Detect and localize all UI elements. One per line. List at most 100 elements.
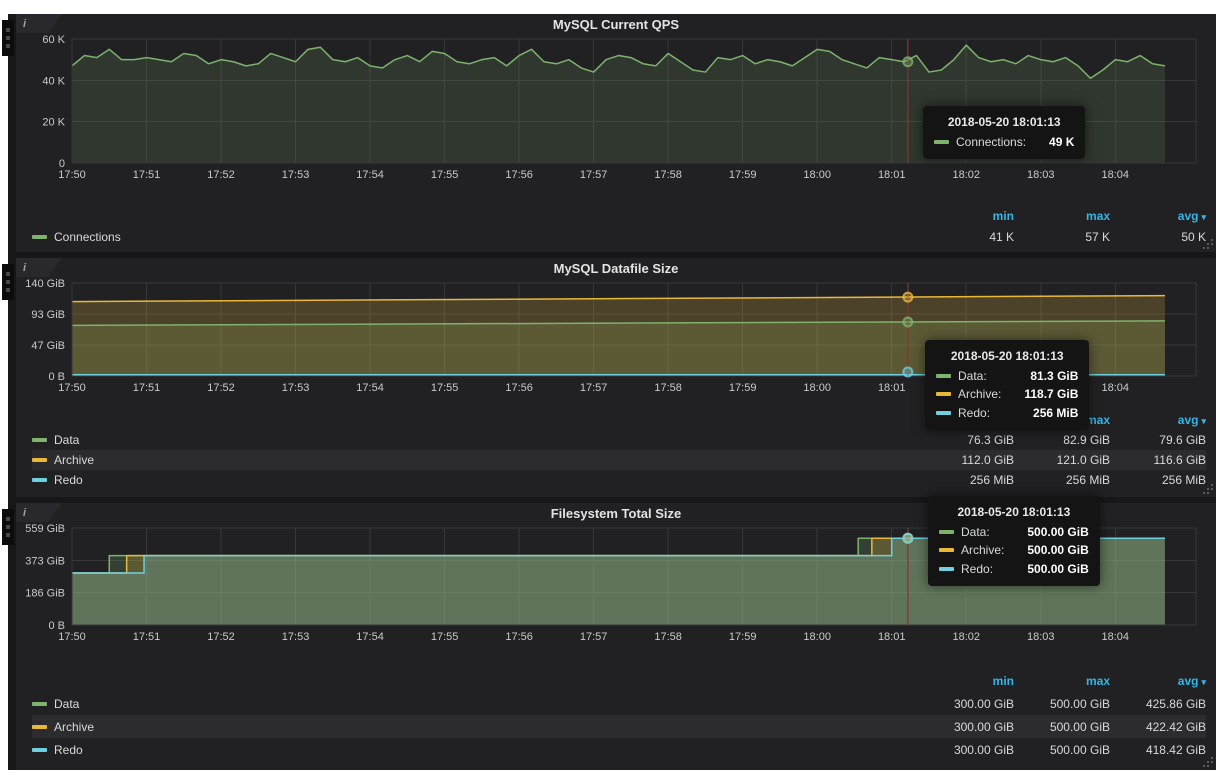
x-axis-label: 18:00	[803, 382, 831, 394]
x-axis-label: 17:51	[133, 169, 161, 181]
tooltip-series-value: 500.00 GiB	[1011, 560, 1088, 579]
x-axis-label: 17:57	[580, 631, 608, 643]
x-axis-label: 18:03	[1027, 631, 1055, 643]
resize-handle[interactable]	[1201, 237, 1213, 249]
series-color-dash-icon	[32, 235, 47, 239]
legend-sort-avg[interactable]: avg▾	[1110, 413, 1206, 427]
y-axis-label: 373 GiB	[25, 555, 65, 567]
series-name: Connections	[54, 230, 121, 244]
stat-max: 500.00 GiB	[1014, 697, 1110, 711]
tooltip-row: Data:500.00 GiB	[939, 523, 1089, 542]
stat-avg: 79.6 GiB	[1110, 433, 1206, 447]
stat-avg: 116.6 GiB	[1110, 453, 1206, 467]
x-axis-label: 17:53	[282, 631, 310, 643]
tooltip-row: Data:81.3 GiB	[936, 367, 1078, 386]
caret-down-icon: ▾	[1201, 677, 1206, 687]
tooltip-timestamp: 2018-05-20 18:01:13	[936, 347, 1078, 366]
x-axis-label: 17:54	[356, 169, 384, 181]
tooltip-series-label: Archive:	[958, 385, 1001, 404]
tooltip-series-value: 500.00 GiB	[1011, 541, 1088, 560]
tooltip-series-label: Connections:	[956, 133, 1026, 152]
info-icon: i	[16, 504, 26, 522]
hover-tooltip: 2018-05-20 18:01:13Connections: 49 K	[923, 106, 1085, 159]
legend-sort-min[interactable]: min	[918, 209, 1014, 223]
tooltip-series-value: 118.7 GiB	[1008, 385, 1078, 404]
x-axis-label: 17:52	[207, 169, 235, 181]
legend-series-redo[interactable]: Redo	[32, 473, 918, 487]
panel-title[interactable]: MySQL Current QPS	[16, 14, 1216, 35]
legend-stats-header: minmaxavg▾	[32, 205, 1206, 226]
legend-series-data[interactable]: Data	[32, 697, 918, 711]
stat-avg: 256 MiB	[1110, 473, 1206, 487]
x-axis-label: 18:02	[952, 169, 980, 181]
tooltip-row: Connections: 49 K	[934, 133, 1074, 152]
tooltip-series-value: 49 K	[1033, 133, 1074, 152]
stat-max: 500.00 GiB	[1014, 720, 1110, 734]
panel-title[interactable]: MySQL Datafile Size	[16, 258, 1216, 279]
x-axis-label: 18:04	[1102, 169, 1130, 181]
stat-max: 256 MiB	[1014, 473, 1110, 487]
legend-row-data: Data76.3 GiB82.9 GiB79.6 GiB	[32, 430, 1206, 450]
legend-row-redo: Redo256 MiB256 MiB256 MiB	[32, 470, 1206, 490]
x-axis-label: 17:55	[431, 169, 459, 181]
x-axis-label: 17:57	[580, 169, 608, 181]
x-axis-label: 17:57	[580, 382, 608, 394]
legend-series-archive[interactable]: Archive	[32, 720, 918, 734]
tooltip-row: Archive: 118.7 GiB	[936, 385, 1078, 404]
series-color-dash-icon	[936, 392, 951, 396]
panel-drag-handle[interactable]	[2, 264, 14, 300]
stat-avg: 425.86 GiB	[1110, 697, 1206, 711]
series-color-dash-icon	[936, 374, 951, 378]
x-axis-label: 17:54	[356, 382, 384, 394]
tooltip-timestamp: 2018-05-20 18:01:13	[934, 113, 1074, 132]
x-axis-label: 17:59	[729, 169, 757, 181]
legend-series-archive[interactable]: Archive	[32, 453, 918, 467]
stat-max: 57 K	[1014, 230, 1110, 244]
series-name: Redo	[54, 743, 83, 757]
legend-series-data[interactable]: Data	[32, 433, 918, 447]
legend-sort-avg[interactable]: avg▾	[1110, 674, 1206, 688]
y-axis-label: 186 GiB	[25, 588, 65, 600]
tooltip-row: Archive:500.00 GiB	[939, 541, 1089, 560]
series-color-dash-icon	[32, 478, 47, 482]
legend: minmaxavg▾Data300.00 GiB500.00 GiB425.86…	[16, 669, 1216, 761]
legend-series-redo[interactable]: Redo	[32, 743, 918, 757]
series-color-dash-icon	[32, 725, 47, 729]
stat-max: 500.00 GiB	[1014, 743, 1110, 757]
legend-row-archive: Archive112.0 GiB121.0 GiB116.6 GiB	[32, 450, 1206, 470]
stat-max: 121.0 GiB	[1014, 453, 1110, 467]
legend-sort-max[interactable]: max	[1014, 674, 1110, 688]
y-axis-label: 0	[59, 158, 65, 170]
stat-min: 256 MiB	[918, 473, 1014, 487]
stat-min: 300.00 GiB	[918, 743, 1014, 757]
x-axis-label: 17:58	[654, 169, 682, 181]
resize-handle[interactable]	[1201, 755, 1213, 767]
legend-sort-avg[interactable]: avg▾	[1110, 209, 1206, 223]
legend-stats-header: minmaxavg▾	[32, 669, 1206, 692]
series-color-dash-icon	[32, 458, 47, 462]
stat-min: 76.3 GiB	[918, 433, 1014, 447]
x-axis-label: 17:51	[133, 382, 161, 394]
x-axis-label: 18:00	[803, 631, 831, 643]
tooltip-series-label: Redo:	[961, 560, 993, 579]
legend-row-redo: Redo300.00 GiB500.00 GiB418.42 GiB	[32, 738, 1206, 761]
series-color-dash-icon	[939, 548, 954, 552]
panel-drag-handle[interactable]	[2, 20, 14, 56]
resize-handle[interactable]	[1201, 482, 1213, 494]
stat-avg: 50 K	[1110, 230, 1206, 244]
x-axis-label: 17:56	[505, 382, 533, 394]
legend-sort-min[interactable]: min	[918, 674, 1014, 688]
x-axis-label: 17:50	[58, 382, 86, 394]
legend-series-connections[interactable]: Connections	[32, 230, 918, 244]
y-axis-label: 0 B	[48, 371, 65, 383]
x-axis-label: 17:50	[58, 169, 86, 181]
panel-drag-handle[interactable]	[2, 509, 14, 545]
hover-marker	[903, 317, 912, 326]
x-axis-label: 17:56	[505, 631, 533, 643]
x-axis-label: 17:53	[282, 169, 310, 181]
legend-sort-max[interactable]: max	[1014, 209, 1110, 223]
stat-min: 41 K	[918, 230, 1014, 244]
info-icon: i	[16, 259, 26, 277]
y-axis-label: 140 GiB	[25, 279, 65, 290]
hover-tooltip: 2018-05-20 18:01:13Data:500.00 GiBArchiv…	[928, 496, 1100, 586]
